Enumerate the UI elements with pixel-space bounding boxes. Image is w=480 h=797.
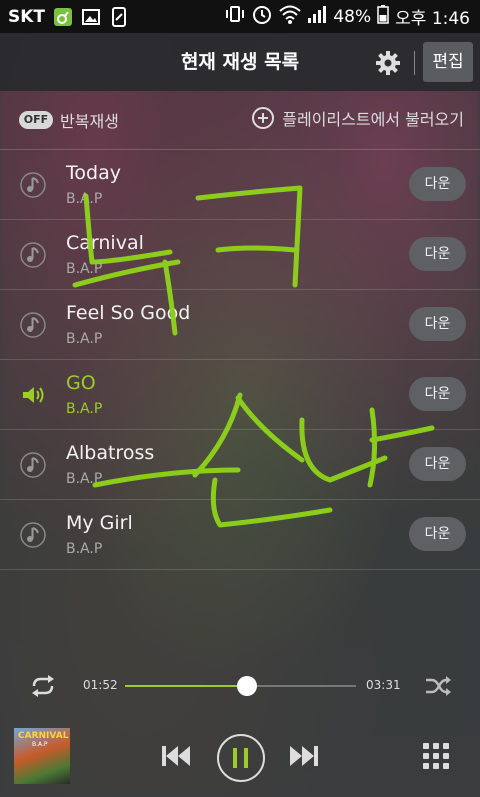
download-button[interactable]: 다운 xyxy=(409,167,466,201)
track-title: Albatross xyxy=(66,442,155,464)
track-row[interactable]: My Girl B.A.P 다운 xyxy=(0,500,480,570)
header-divider xyxy=(414,51,415,75)
page-title: 현재 재생 목록 xyxy=(180,51,300,73)
seek-progress xyxy=(125,685,248,687)
music-note-icon xyxy=(20,242,46,268)
track-artist: B.A.P xyxy=(66,191,103,207)
options-bar: OFF 반복재생 플레이리스트에서 불러오기 xyxy=(0,91,480,150)
album-artist: B.A.P xyxy=(32,741,48,748)
shuffle-icon[interactable] xyxy=(424,675,452,697)
download-button[interactable]: 다운 xyxy=(409,377,466,411)
seek-handle[interactable] xyxy=(237,676,258,696)
add-circle-icon xyxy=(252,107,275,129)
track-title: GO xyxy=(66,372,96,394)
alarm-icon xyxy=(251,3,273,30)
carrier-label: SKT xyxy=(8,6,46,27)
track-title: My Girl xyxy=(66,512,133,534)
track-artist: B.A.P xyxy=(66,331,103,347)
repeat-toggle[interactable]: OFF xyxy=(19,111,53,129)
edit-button[interactable]: 편집 xyxy=(423,42,473,82)
pause-bar-right xyxy=(244,748,248,768)
track-title: Carnival xyxy=(66,232,144,254)
vibrate-icon xyxy=(225,4,245,29)
repeat-icon[interactable] xyxy=(28,673,58,699)
wifi-icon xyxy=(279,4,302,29)
seek-bar[interactable] xyxy=(125,676,356,696)
previous-track-icon[interactable] xyxy=(160,743,192,769)
app-notification-icon xyxy=(53,7,73,27)
download-button[interactable]: 다운 xyxy=(409,517,466,551)
load-playlist-label: 플레이리스트에서 불러오기 xyxy=(282,110,464,129)
app-bar: 현재 재생 목록 편집 xyxy=(0,33,480,91)
track-row[interactable]: Carnival B.A.P 다운 xyxy=(0,220,480,290)
current-time: 01:52 xyxy=(83,678,118,692)
music-note-icon xyxy=(20,172,46,198)
music-note-icon xyxy=(20,522,46,548)
pause-button[interactable] xyxy=(217,734,265,782)
menu-grid-icon[interactable] xyxy=(423,743,449,769)
settings-gear-icon[interactable] xyxy=(374,49,402,77)
signal-icon xyxy=(307,4,327,29)
track-row-playing[interactable]: GO B.A.P 다운 xyxy=(0,360,480,430)
track-artist: B.A.P xyxy=(66,401,103,417)
player-controls: 01:52 03:31 CARNIVAL B.A.P xyxy=(0,650,480,797)
album-title: CARNIVAL xyxy=(18,731,69,741)
track-list: Today B.A.P 다운 Carnival B.A.P 다운 Feel So… xyxy=(0,150,480,570)
track-title: Today xyxy=(66,162,121,184)
download-button[interactable]: 다운 xyxy=(409,237,466,271)
repeat-label[interactable]: 반복재생 xyxy=(60,108,119,132)
speaker-playing-icon xyxy=(23,387,44,403)
total-time: 03:31 xyxy=(366,678,401,692)
download-button[interactable]: 다운 xyxy=(409,447,466,481)
track-artist: B.A.P xyxy=(66,471,103,487)
music-note-icon xyxy=(20,452,46,478)
album-thumbnail[interactable]: CARNIVAL B.A.P xyxy=(14,728,70,784)
track-row[interactable]: Feel So Good B.A.P 다운 xyxy=(0,290,480,360)
clock: 오후 1:46 xyxy=(395,9,470,29)
next-track-icon[interactable] xyxy=(288,743,320,769)
track-title: Feel So Good xyxy=(66,302,191,324)
status-bar: SKT 48% 오후 1:46 xyxy=(0,0,480,33)
load-playlist-button[interactable]: 플레이리스트에서 불러오기 xyxy=(252,106,464,130)
battery-icon xyxy=(377,4,389,29)
track-row[interactable]: Albatross B.A.P 다운 xyxy=(0,430,480,500)
pause-bar-left xyxy=(233,748,237,768)
download-button[interactable]: 다운 xyxy=(409,307,466,341)
track-row[interactable]: Today B.A.P 다운 xyxy=(0,150,480,220)
track-artist: B.A.P xyxy=(66,261,103,277)
music-note-icon xyxy=(20,312,46,338)
gallery-notification-icon xyxy=(81,7,101,27)
battery-percent: 48% xyxy=(333,6,372,27)
track-artist: B.A.P xyxy=(66,541,103,557)
screenshot-notification-icon xyxy=(109,6,129,27)
